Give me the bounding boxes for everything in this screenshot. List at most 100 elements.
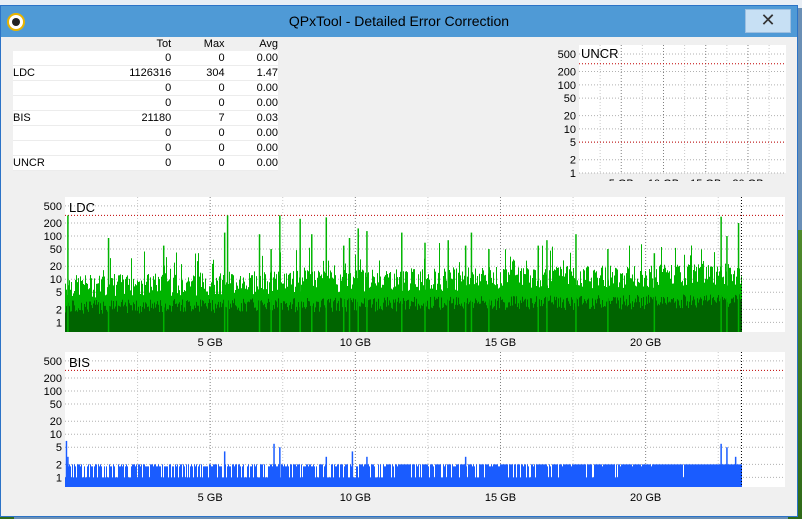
y-tick-label: 50 <box>50 399 62 411</box>
chart-title: LDC <box>69 200 95 215</box>
window-title: QPxTool - Detailed Error Correction <box>288 13 510 29</box>
stats-tot: 0 <box>74 95 174 111</box>
stats-avg: 0.00 <box>224 125 278 141</box>
stats-max: 0 <box>173 155 225 171</box>
x-tick-label: 20 GB <box>630 492 661 504</box>
stats-row: UNCR 0 0 0.00 <box>13 155 278 171</box>
y-tick-label: 10 <box>564 124 576 136</box>
stats-tot: 0 <box>74 51 174 66</box>
plot-area <box>579 45 786 173</box>
x-tick-label: 5 GB <box>609 178 634 181</box>
y-tick-label: 100 <box>44 386 62 398</box>
stats-label <box>13 51 75 66</box>
y-tick-label: 1 <box>56 472 62 484</box>
y-tick-label: 200 <box>44 373 62 385</box>
title-bar[interactable]: QPxTool - Detailed Error Correction ✕ <box>1 6 797 37</box>
x-tick-label: 10 GB <box>340 337 371 349</box>
y-tick-label: 5 <box>570 137 576 149</box>
x-tick-label: 15 GB <box>485 492 516 504</box>
stats-avg: 0.00 <box>224 51 278 66</box>
stats-avg: 0.00 <box>224 95 278 111</box>
stats-max: 7 <box>173 110 225 126</box>
y-tick-label: 20 <box>50 261 62 273</box>
stats-label <box>13 140 75 156</box>
y-tick-label: 5 <box>56 442 62 454</box>
close-button[interactable]: ✕ <box>745 9 791 33</box>
stats-label <box>13 125 75 141</box>
stats-tot: 0 <box>74 140 174 156</box>
stats-row: 0 0 0.00 <box>13 51 278 66</box>
y-tick-label: 1 <box>56 317 62 329</box>
client-area: Tot Max Avg 0 0 0.00 LDC 1126316 304 1.47 0 0 0.0… <box>9 37 789 509</box>
ldc-chart-panel: 1 2 5 10 20 50 100 200 500 5 GB 10 GB 15 GB 20 GB LDC <box>15 195 787 349</box>
y-tick-label: 20 <box>50 416 62 428</box>
x-tick-label: 20 GB <box>732 178 763 181</box>
stats-header-max: Max <box>203 38 225 50</box>
stats-max: 0 <box>173 125 225 141</box>
y-tick-label: 500 <box>44 201 62 213</box>
stats-header-row: Tot Max Avg <box>13 37 278 51</box>
statistics-table: Tot Max Avg 0 0 0.00 LDC 1126316 304 1.47 0 0 0.0… <box>13 37 278 175</box>
y-tick-label: 500 <box>44 356 62 368</box>
y-tick-label: 50 <box>564 93 576 105</box>
stats-avg: 0.00 <box>224 140 278 156</box>
stats-avg: 1.47 <box>224 65 278 81</box>
y-tick-label: 500 <box>558 49 576 61</box>
chart-title: UNCR <box>581 46 619 61</box>
y-tick-label: 2 <box>56 304 62 316</box>
uncr-chart-panel: 12 51020 50100200 500 5 GB 10 GB 15 GB 20 GB UNC… <box>554 41 789 181</box>
y-tick-label: 20 <box>564 111 576 123</box>
stats-row: LDC 1126316 304 1.47 <box>13 65 278 81</box>
stats-label: LDC <box>13 65 75 81</box>
stats-label: UNCR <box>13 155 75 171</box>
stats-row: 0 0 0.00 <box>13 80 278 96</box>
chart-title: BIS <box>69 355 90 370</box>
stats-label <box>13 95 75 111</box>
y-tick-label: 1 <box>570 168 576 180</box>
stats-header-avg: Avg <box>259 38 278 50</box>
y-tick-label: 50 <box>50 244 62 256</box>
stats-tot: 0 <box>74 155 174 171</box>
x-tick-label: 10 GB <box>648 178 679 181</box>
stats-max: 0 <box>173 51 225 66</box>
stats-row: 0 0 0.00 <box>13 125 278 141</box>
bis-chart: 12 51020 50100200 500 5 GB 10 GB 15 GB 20 GB BIS <box>44 352 785 504</box>
bis-chart-panel: 1 2 5 10 20 50 100 200 500 5 GB 10 GB 15 GB 20 GB BIS <box>15 350 787 504</box>
y-tick-label: 5 <box>56 287 62 299</box>
y-tick-label: 200 <box>558 67 576 79</box>
stats-max: 0 <box>173 95 225 111</box>
stats-row: 0 0 0.00 <box>13 95 278 111</box>
stats-max: 304 <box>173 65 225 81</box>
stats-avg: 0.00 <box>224 155 278 171</box>
stats-header-label <box>13 37 75 51</box>
x-tick-label: 5 GB <box>198 337 223 349</box>
stats-tot: 1126316 <box>74 65 174 81</box>
y-tick-label: 10 <box>50 274 62 286</box>
x-tick-label: 15 GB <box>485 337 516 349</box>
stats-tot: 0 <box>74 125 174 141</box>
stats-avg: 0.00 <box>224 80 278 96</box>
stats-tot: 0 <box>74 80 174 96</box>
stats-max: 0 <box>173 140 225 156</box>
x-tick-label: 15 GB <box>690 178 721 181</box>
stats-row: BIS 21180 7 0.03 <box>13 110 278 126</box>
y-tick-label: 100 <box>44 231 62 243</box>
y-tick-label: 200 <box>44 218 62 230</box>
stats-label <box>13 80 75 96</box>
y-tick-label: 100 <box>558 80 576 92</box>
x-tick-label: 10 GB <box>340 492 371 504</box>
stats-max: 0 <box>173 80 225 96</box>
stats-header-tot: Tot <box>156 38 172 50</box>
stats-label: BIS <box>13 110 75 126</box>
stats-row: 0 0 0.00 <box>13 140 278 156</box>
x-tick-label: 5 GB <box>198 492 223 504</box>
uncr-chart: 12 51020 50100200 500 5 GB 10 GB 15 GB 20 GB UNC… <box>558 45 786 181</box>
y-tick-label: 10 <box>50 429 62 441</box>
y-tick-label: 2 <box>56 459 62 471</box>
stats-avg: 0.03 <box>224 110 278 126</box>
x-tick-label: 20 GB <box>630 337 661 349</box>
ldc-chart: 12 51020 50100200 500 5 GB 10 GB 15 GB 20 GB LDC <box>44 197 785 349</box>
y-tick-label: 2 <box>570 155 576 167</box>
stats-tot: 21180 <box>74 110 174 126</box>
error-correction-window: QPxTool - Detailed Error Correction ✕ To… <box>0 5 798 517</box>
